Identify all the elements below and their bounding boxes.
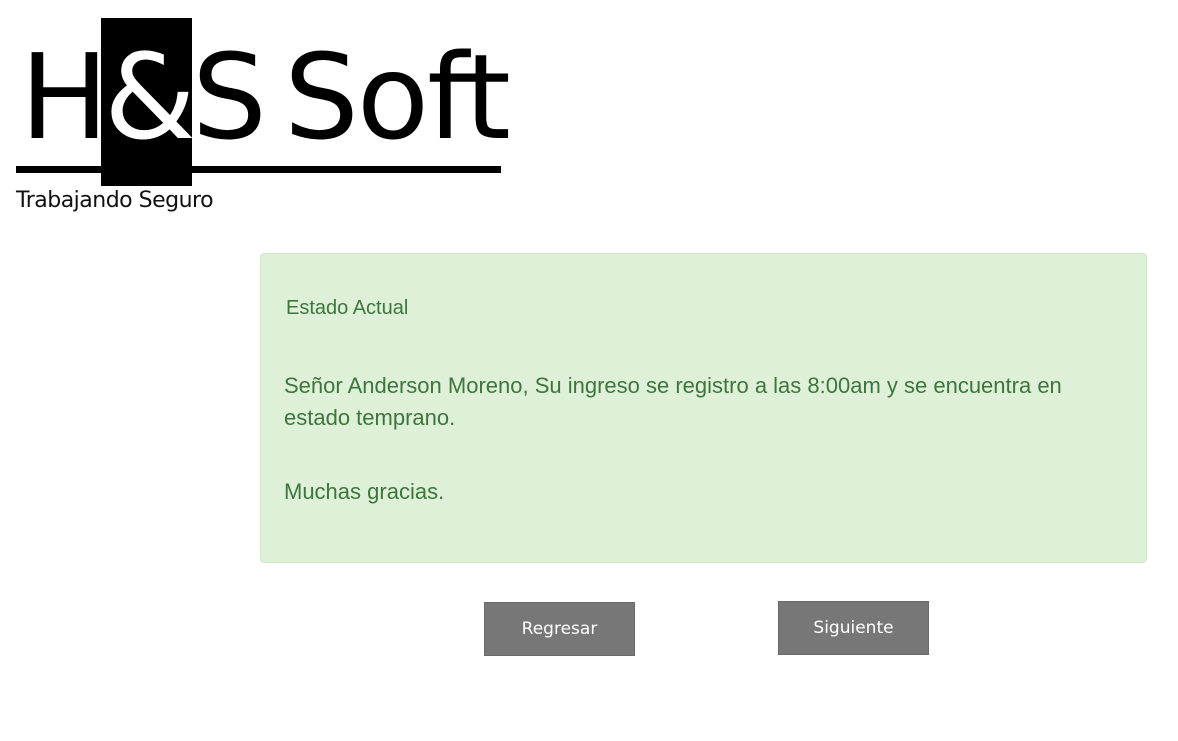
logo-word-soft: Soft — [284, 28, 511, 166]
alert-title: Estado Actual — [286, 297, 409, 319]
logo-letter-s: S — [192, 28, 267, 166]
logo-ampersand: & — [104, 28, 196, 166]
logo-underline — [16, 166, 501, 173]
next-button[interactable]: Siguiente — [778, 601, 929, 655]
brand-tagline: Trabajando Seguro — [16, 188, 214, 213]
brand-logo: H & S Soft Trabajando Seguro — [16, 18, 511, 228]
status-alert: Estado Actual Señor Anderson Moreno, Su … — [260, 253, 1147, 563]
alert-thanks: Muchas gracias. — [284, 479, 445, 504]
alert-message: Señor Anderson Moreno, Su ingreso se reg… — [284, 373, 1062, 430]
back-button[interactable]: Regresar — [484, 602, 635, 656]
logo-letter-h: H — [20, 28, 109, 166]
